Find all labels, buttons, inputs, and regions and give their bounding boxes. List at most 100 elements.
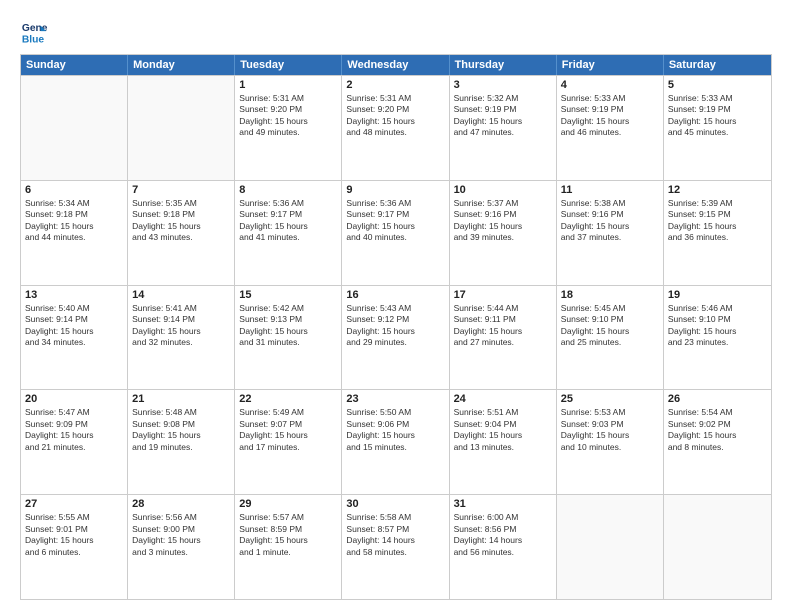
cell-info-line: Sunset: 9:06 PM bbox=[346, 419, 444, 430]
cell-info-line: Sunset: 9:13 PM bbox=[239, 314, 337, 325]
weekday-header: Thursday bbox=[450, 55, 557, 75]
cell-info-line: Sunrise: 5:36 AM bbox=[346, 198, 444, 209]
empty-cell bbox=[664, 495, 771, 599]
day-number: 22 bbox=[239, 393, 337, 405]
page: General Blue SundayMondayTuesdayWednesda… bbox=[0, 0, 792, 612]
cell-info-line: Daylight: 15 hours bbox=[25, 535, 123, 546]
calendar-day-cell: 3Sunrise: 5:32 AMSunset: 9:19 PMDaylight… bbox=[450, 76, 557, 180]
calendar-header: SundayMondayTuesdayWednesdayThursdayFrid… bbox=[21, 55, 771, 75]
calendar-day-cell: 28Sunrise: 5:56 AMSunset: 9:00 PMDayligh… bbox=[128, 495, 235, 599]
cell-info-line: and 56 minutes. bbox=[454, 547, 552, 558]
svg-text:General: General bbox=[22, 23, 48, 34]
cell-info-line: Sunset: 9:01 PM bbox=[25, 524, 123, 535]
cell-info-line: Sunrise: 5:51 AM bbox=[454, 407, 552, 418]
cell-info-line: and 27 minutes. bbox=[454, 337, 552, 348]
cell-info-line: Daylight: 15 hours bbox=[132, 221, 230, 232]
day-number: 27 bbox=[25, 498, 123, 510]
calendar-day-cell: 9Sunrise: 5:36 AMSunset: 9:17 PMDaylight… bbox=[342, 181, 449, 285]
cell-info-line: Daylight: 15 hours bbox=[668, 430, 767, 441]
cell-info-line: and 1 minute. bbox=[239, 547, 337, 558]
cell-info-line: Sunrise: 5:41 AM bbox=[132, 303, 230, 314]
cell-info-line: Sunset: 9:17 PM bbox=[346, 209, 444, 220]
cell-info-line: Daylight: 15 hours bbox=[561, 116, 659, 127]
cell-info-line: and 17 minutes. bbox=[239, 442, 337, 453]
empty-cell bbox=[128, 76, 235, 180]
cell-info-line: Daylight: 15 hours bbox=[239, 535, 337, 546]
empty-cell bbox=[21, 76, 128, 180]
cell-info-line: Sunset: 9:04 PM bbox=[454, 419, 552, 430]
day-number: 30 bbox=[346, 498, 444, 510]
weekday-header: Monday bbox=[128, 55, 235, 75]
calendar-day-cell: 22Sunrise: 5:49 AMSunset: 9:07 PMDayligh… bbox=[235, 390, 342, 494]
weekday-header: Saturday bbox=[664, 55, 771, 75]
cell-info-line: Sunset: 9:20 PM bbox=[346, 104, 444, 115]
cell-info-line: Daylight: 15 hours bbox=[346, 430, 444, 441]
cell-info-line: Sunset: 9:19 PM bbox=[454, 104, 552, 115]
cell-info-line: Sunset: 9:19 PM bbox=[668, 104, 767, 115]
cell-info-line: Daylight: 15 hours bbox=[25, 326, 123, 337]
cell-info-line: and 13 minutes. bbox=[454, 442, 552, 453]
calendar-day-cell: 17Sunrise: 5:44 AMSunset: 9:11 PMDayligh… bbox=[450, 286, 557, 390]
cell-info-line: Sunset: 8:59 PM bbox=[239, 524, 337, 535]
day-number: 25 bbox=[561, 393, 659, 405]
cell-info-line: Daylight: 15 hours bbox=[454, 116, 552, 127]
cell-info-line: Daylight: 15 hours bbox=[668, 221, 767, 232]
cell-info-line: and 41 minutes. bbox=[239, 232, 337, 243]
cell-info-line: and 6 minutes. bbox=[25, 547, 123, 558]
cell-info-line: Sunrise: 5:37 AM bbox=[454, 198, 552, 209]
header: General Blue bbox=[20, 18, 772, 46]
calendar-day-cell: 24Sunrise: 5:51 AMSunset: 9:04 PMDayligh… bbox=[450, 390, 557, 494]
cell-info-line: Sunrise: 5:34 AM bbox=[25, 198, 123, 209]
cell-info-line: Sunrise: 5:33 AM bbox=[668, 93, 767, 104]
day-number: 23 bbox=[346, 393, 444, 405]
cell-info-line: Sunset: 8:56 PM bbox=[454, 524, 552, 535]
calendar-day-cell: 23Sunrise: 5:50 AMSunset: 9:06 PMDayligh… bbox=[342, 390, 449, 494]
cell-info-line: Sunset: 9:16 PM bbox=[561, 209, 659, 220]
cell-info-line: Sunset: 9:03 PM bbox=[561, 419, 659, 430]
calendar-day-cell: 13Sunrise: 5:40 AMSunset: 9:14 PMDayligh… bbox=[21, 286, 128, 390]
calendar-day-cell: 25Sunrise: 5:53 AMSunset: 9:03 PMDayligh… bbox=[557, 390, 664, 494]
weekday-header: Friday bbox=[557, 55, 664, 75]
cell-info-line: Daylight: 15 hours bbox=[132, 430, 230, 441]
calendar: SundayMondayTuesdayWednesdayThursdayFrid… bbox=[20, 54, 772, 600]
cell-info-line: Daylight: 15 hours bbox=[561, 326, 659, 337]
cell-info-line: and 32 minutes. bbox=[132, 337, 230, 348]
cell-info-line: Sunset: 9:16 PM bbox=[454, 209, 552, 220]
day-number: 15 bbox=[239, 289, 337, 301]
calendar-day-cell: 21Sunrise: 5:48 AMSunset: 9:08 PMDayligh… bbox=[128, 390, 235, 494]
cell-info-line: and 43 minutes. bbox=[132, 232, 230, 243]
cell-info-line: and 15 minutes. bbox=[346, 442, 444, 453]
calendar-row: 13Sunrise: 5:40 AMSunset: 9:14 PMDayligh… bbox=[21, 285, 771, 390]
cell-info-line: Sunset: 9:20 PM bbox=[239, 104, 337, 115]
cell-info-line: Sunrise: 5:31 AM bbox=[239, 93, 337, 104]
calendar-day-cell: 8Sunrise: 5:36 AMSunset: 9:17 PMDaylight… bbox=[235, 181, 342, 285]
logo: General Blue bbox=[20, 18, 48, 46]
cell-info-line: Daylight: 15 hours bbox=[239, 430, 337, 441]
cell-info-line: Sunrise: 5:48 AM bbox=[132, 407, 230, 418]
cell-info-line: Sunrise: 6:00 AM bbox=[454, 512, 552, 523]
cell-info-line: Sunset: 9:14 PM bbox=[25, 314, 123, 325]
day-number: 12 bbox=[668, 184, 767, 196]
cell-info-line: Daylight: 15 hours bbox=[668, 326, 767, 337]
cell-info-line: and 49 minutes. bbox=[239, 127, 337, 138]
day-number: 29 bbox=[239, 498, 337, 510]
calendar-body: 1Sunrise: 5:31 AMSunset: 9:20 PMDaylight… bbox=[21, 75, 771, 599]
cell-info-line: Sunrise: 5:35 AM bbox=[132, 198, 230, 209]
cell-info-line: Sunrise: 5:57 AM bbox=[239, 512, 337, 523]
cell-info-line: and 39 minutes. bbox=[454, 232, 552, 243]
calendar-day-cell: 4Sunrise: 5:33 AMSunset: 9:19 PMDaylight… bbox=[557, 76, 664, 180]
calendar-day-cell: 18Sunrise: 5:45 AMSunset: 9:10 PMDayligh… bbox=[557, 286, 664, 390]
cell-info-line: Daylight: 15 hours bbox=[239, 116, 337, 127]
day-number: 28 bbox=[132, 498, 230, 510]
calendar-row: 1Sunrise: 5:31 AMSunset: 9:20 PMDaylight… bbox=[21, 75, 771, 180]
cell-info-line: Sunset: 9:18 PM bbox=[25, 209, 123, 220]
day-number: 26 bbox=[668, 393, 767, 405]
cell-info-line: Sunset: 9:00 PM bbox=[132, 524, 230, 535]
cell-info-line: and 3 minutes. bbox=[132, 547, 230, 558]
day-number: 17 bbox=[454, 289, 552, 301]
cell-info-line: Daylight: 15 hours bbox=[25, 221, 123, 232]
cell-info-line: and 45 minutes. bbox=[668, 127, 767, 138]
calendar-day-cell: 1Sunrise: 5:31 AMSunset: 9:20 PMDaylight… bbox=[235, 76, 342, 180]
day-number: 31 bbox=[454, 498, 552, 510]
day-number: 20 bbox=[25, 393, 123, 405]
